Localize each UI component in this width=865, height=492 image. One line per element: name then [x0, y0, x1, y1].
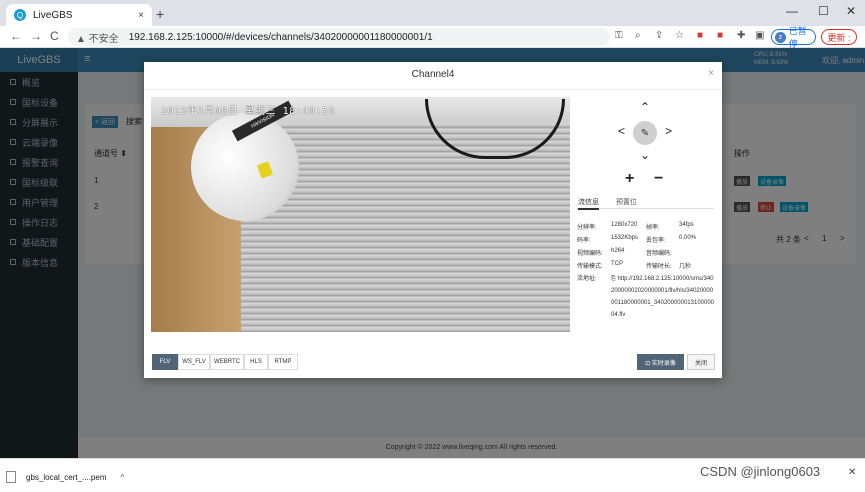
- file-icon: [6, 471, 16, 483]
- ptz-center-button[interactable]: ✎: [633, 121, 657, 145]
- new-tab-button[interactable]: +: [156, 6, 164, 22]
- extension-icon[interactable]: ■: [697, 30, 703, 41]
- format-button-flv[interactable]: FLV: [152, 354, 178, 370]
- watermark: CSDN @jinlong0603: [700, 464, 821, 479]
- url-text: 192.168.2.125:10000/#/devices/channels/3…: [128, 31, 433, 43]
- format-button-ws-flv[interactable]: WS_FLV: [178, 354, 210, 370]
- info-value: 34fps: [679, 222, 694, 228]
- chevron-up-icon[interactable]: ^: [121, 473, 125, 482]
- info-value: TCP: [611, 261, 623, 267]
- url-input[interactable]: ▲ 不安全 192.168.2.125:10000/#/devices/chan…: [68, 28, 610, 46]
- window-close-button[interactable]: ✕: [846, 4, 856, 18]
- format-button-hls[interactable]: HLS: [244, 354, 268, 370]
- site-favicon-icon: Q: [14, 9, 26, 21]
- close-button[interactable]: 关闭: [687, 354, 715, 370]
- modal-title: Channel4: [144, 62, 722, 90]
- profile-button[interactable]: z 已暂停: [771, 26, 816, 49]
- tab-close-icon[interactable]: ×: [138, 10, 144, 21]
- live-record-button[interactable]: ⊡ 实时录像: [637, 354, 684, 370]
- extensions-puzzle-icon[interactable]: ✚: [737, 30, 745, 41]
- format-button-webrtc[interactable]: WEBRTC: [210, 354, 244, 370]
- ptz-left-icon[interactable]: <: [618, 124, 625, 138]
- info-label: 帧率:: [646, 225, 660, 231]
- modal-close-icon[interactable]: ×: [708, 68, 714, 79]
- info-label: 传输模式:: [577, 264, 603, 270]
- info-value: 1532Kbps: [611, 235, 639, 241]
- sidepanel-icon[interactable]: ▣: [755, 30, 764, 41]
- reload-icon[interactable]: C: [50, 29, 59, 43]
- info-value: 1280x720: [611, 222, 638, 228]
- tab-stream-info[interactable]: 流信息: [578, 197, 599, 210]
- back-arrow-icon[interactable]: ←: [10, 29, 22, 43]
- avatar-icon: z: [775, 31, 786, 43]
- info-label: 传输时长:: [646, 264, 672, 270]
- extension-icon[interactable]: ■: [717, 30, 723, 41]
- video-osd-timestamp: 2023年3月08日 星期三 18:40:59: [161, 106, 335, 117]
- bookmark-star-icon[interactable]: ☆: [675, 30, 684, 41]
- address-bar-row: ← → C ▲ 不安全 192.168.2.125:10000/#/device…: [0, 26, 865, 49]
- update-button[interactable]: 更新 :: [821, 29, 857, 45]
- tab-preset[interactable]: 预置位: [616, 197, 637, 207]
- video-player[interactable]: HIKVISION 2023年3月08日 星期三 18:40:59: [151, 97, 570, 332]
- ptz-up-icon[interactable]: ⌃: [640, 100, 650, 114]
- ptz-right-icon[interactable]: >: [665, 124, 672, 138]
- browser-tab-strip: Q LiveGBS × + — ☐ ✕: [0, 0, 865, 26]
- info-value: h264: [611, 248, 625, 254]
- stream-url-value[interactable]: ⎘ http://192.168.2.125:10000/sms/3402000…: [611, 273, 715, 321]
- zoom-in-icon[interactable]: +: [625, 170, 634, 188]
- share-icon[interactable]: ⇪: [655, 30, 663, 41]
- info-label: 音频编码:: [646, 251, 672, 257]
- zoom-out-icon[interactable]: −: [654, 170, 663, 188]
- info-label: 分辨率:: [577, 225, 597, 231]
- forward-arrow-icon[interactable]: →: [30, 29, 42, 43]
- info-value: 0.00%: [679, 235, 697, 241]
- profile-label: 已暂停: [788, 26, 807, 49]
- info-value: 几秒: [679, 264, 692, 270]
- zoom-icon[interactable]: ⌕: [635, 30, 641, 41]
- security-warning[interactable]: ▲ 不安全: [76, 30, 119, 45]
- info-label: 丢包率:: [646, 238, 666, 244]
- format-button-rtmp[interactable]: RTMP: [268, 354, 298, 370]
- info-label: 视频编码:: [577, 251, 603, 257]
- browser-tab[interactable]: Q LiveGBS ×: [6, 4, 152, 26]
- info-label: 码率:: [577, 238, 591, 244]
- download-file-name: gbs_local_cert_....pem: [26, 472, 107, 482]
- channel-player-modal: Channel4 × HIKVISION 2023年3月08日 星期三 18:4…: [144, 62, 722, 378]
- info-tabs: 流信息 预置位: [576, 195, 714, 210]
- maximize-button[interactable]: ☐: [818, 4, 829, 18]
- ptz-down-icon[interactable]: ⌄: [640, 148, 650, 162]
- minimize-button[interactable]: —: [786, 4, 798, 18]
- download-bar-close-icon[interactable]: ✕: [848, 467, 856, 478]
- tab-title: LiveGBS: [33, 9, 73, 21]
- download-item[interactable]: gbs_local_cert_....pem ^: [6, 468, 140, 486]
- info-label: 流地址:: [577, 276, 597, 282]
- key-icon[interactable]: ⚿: [615, 30, 623, 41]
